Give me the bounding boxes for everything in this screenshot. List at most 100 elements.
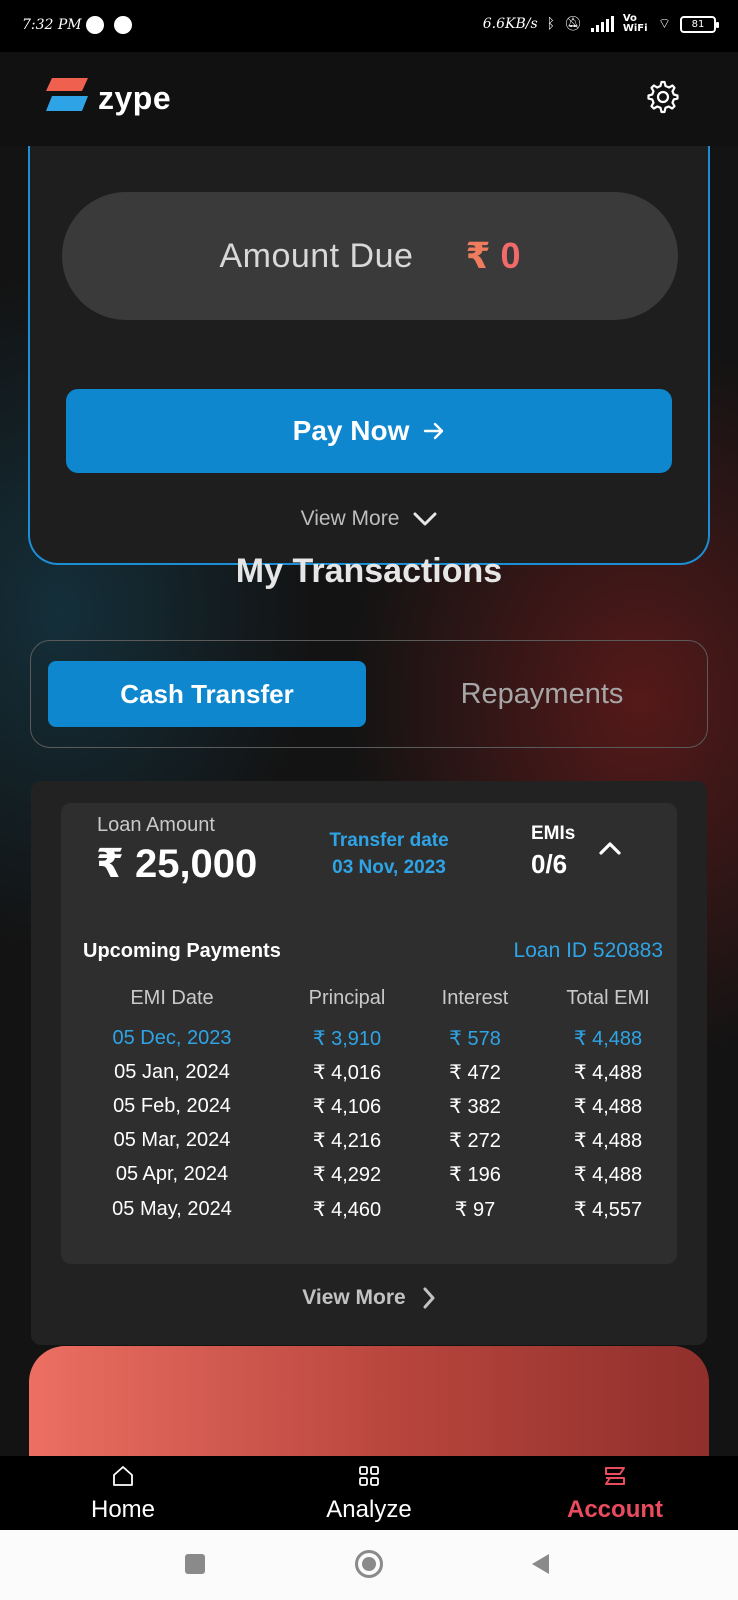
loan-id: Loan ID 520883 bbox=[513, 939, 663, 962]
section-title: My Transactions bbox=[235, 552, 503, 590]
wifi-icon: ⌔ bbox=[657, 16, 671, 32]
grid-icon bbox=[359, 1466, 379, 1486]
table-row: 05 Mar, 2024 ₹ 4,216 ₹ 272 ₹ 4,488 bbox=[61, 1124, 677, 1158]
pay-now-button[interactable]: Pay Now bbox=[66, 389, 672, 473]
app-header: zype bbox=[0, 52, 738, 146]
emis-label: EMIs bbox=[531, 823, 576, 844]
principal: ₹ 4,292 bbox=[312, 1164, 382, 1187]
nav-item-home[interactable]: Home bbox=[0, 1456, 246, 1530]
gear-icon[interactable] bbox=[646, 80, 680, 114]
status-bar: 7:32 PM 6.6KB/s ᛒ 🔕︎ Vo WiFi ⌔ 81 bbox=[0, 0, 738, 52]
emi-date: 05 Dec, 2023 bbox=[112, 1026, 232, 1049]
transaction-card: Loan Amount ₹ 25,000 Transfer date 03 No… bbox=[31, 781, 707, 1345]
emi-date: 05 May, 2024 bbox=[112, 1197, 232, 1220]
home-button[interactable] bbox=[355, 1550, 383, 1578]
promo-banner[interactable] bbox=[29, 1346, 709, 1466]
loan-panel: Loan Amount ₹ 25,000 Transfer date 03 No… bbox=[61, 803, 677, 1264]
home-icon bbox=[113, 1466, 133, 1486]
amount-due-pill: Amount Due ₹ 0 bbox=[62, 192, 678, 320]
chevron-down-icon bbox=[413, 512, 437, 526]
column-header: Principal bbox=[308, 986, 386, 1009]
chevron-up-icon[interactable] bbox=[597, 839, 623, 857]
arrow-right-icon bbox=[424, 422, 444, 440]
currency-symbol: ₹ bbox=[465, 235, 491, 276]
status-right: 6.6KB/s ᛒ 🔕︎ Vo WiFi ⌔ 81 bbox=[482, 13, 719, 34]
nav-item-analyze[interactable]: Analyze bbox=[246, 1456, 492, 1530]
notification-icon bbox=[114, 16, 132, 34]
interest: ₹ 272 bbox=[449, 1130, 501, 1153]
principal: ₹ 4,216 bbox=[312, 1130, 382, 1153]
interest: ₹ 97 bbox=[454, 1198, 496, 1221]
pay-now-label: Pay Now bbox=[292, 415, 410, 446]
transaction-tabs: Cash Transfer Repayments bbox=[30, 640, 708, 748]
chevron-right-icon bbox=[423, 1287, 435, 1309]
total-emi: ₹ 4,488 bbox=[573, 1095, 643, 1118]
loan-amount-label: Loan Amount bbox=[97, 814, 215, 836]
transfer-date-value: 03 Nov, 2023 bbox=[332, 857, 446, 878]
bottom-nav: Home Analyze Account bbox=[0, 1456, 738, 1530]
notification-icon bbox=[86, 16, 104, 34]
brand-name: zype bbox=[98, 80, 172, 116]
table-row: 05 Feb, 2024 ₹ 4,106 ₹ 382 ₹ 4,488 bbox=[61, 1089, 677, 1123]
mute-icon: 🔕︎ bbox=[564, 16, 582, 32]
emi-date: 05 Apr, 2024 bbox=[115, 1163, 229, 1186]
upcoming-payments-label: Upcoming Payments bbox=[83, 940, 281, 962]
nav-item-account[interactable]: Account bbox=[492, 1456, 738, 1530]
vowifi-label: Vo WiFi bbox=[622, 13, 648, 34]
amount-due-value: ₹ 0 bbox=[465, 235, 520, 277]
battery-icon: 81 bbox=[680, 15, 719, 33]
principal: ₹ 4,106 bbox=[312, 1095, 382, 1118]
signal-icon bbox=[590, 16, 614, 32]
total-emi: ₹ 4,488 bbox=[573, 1027, 643, 1050]
back-button[interactable] bbox=[532, 1554, 549, 1574]
interest: ₹ 472 bbox=[449, 1061, 501, 1084]
view-more-label: View More bbox=[300, 507, 400, 530]
emi-table: EMI Date Principal Interest Total EMI 05… bbox=[61, 975, 677, 1226]
nav-label: Home bbox=[90, 1496, 156, 1523]
emis-block: EMIs 0/6 bbox=[531, 823, 575, 880]
view-more-toggle[interactable]: View More bbox=[30, 507, 708, 531]
emis-value: 0/6 bbox=[531, 849, 568, 879]
app-screen: Amount Due ₹ 0 Pay Now View More zype My… bbox=[0, 52, 738, 1456]
principal: ₹ 3,910 bbox=[312, 1027, 382, 1050]
view-more-label: View More bbox=[302, 1286, 406, 1309]
total-emi: ₹ 4,557 bbox=[573, 1198, 643, 1221]
transfer-date-block: Transfer date 03 Nov, 2023 bbox=[309, 827, 469, 881]
principal: ₹ 4,016 bbox=[312, 1061, 382, 1084]
emi-date: 05 Jan, 2024 bbox=[114, 1060, 230, 1083]
bluetooth-icon: ᛒ bbox=[546, 16, 556, 32]
nav-label: Account bbox=[567, 1496, 663, 1523]
status-time: 7:32 PM bbox=[22, 17, 82, 33]
view-more-transactions[interactable]: View More bbox=[31, 1286, 707, 1310]
loan-amount-value: ₹ 25,000 bbox=[96, 842, 258, 886]
amount-due-label: Amount Due bbox=[219, 236, 414, 275]
amount-due-number: 0 bbox=[500, 235, 521, 276]
interest: ₹ 196 bbox=[449, 1164, 501, 1187]
zype-logo-icon bbox=[605, 1467, 625, 1485]
tab-repayments[interactable]: Repayments bbox=[383, 661, 701, 727]
interest: ₹ 578 bbox=[449, 1027, 501, 1050]
emi-date: 05 Mar, 2024 bbox=[113, 1129, 231, 1152]
column-header: Interest bbox=[441, 986, 509, 1009]
nav-label: Analyze bbox=[326, 1496, 412, 1523]
total-emi: ₹ 4,488 bbox=[573, 1164, 643, 1187]
table-row: 05 Apr, 2024 ₹ 4,292 ₹ 196 ₹ 4,488 bbox=[61, 1158, 677, 1192]
table-row: 05 Dec, 2023 ₹ 3,910 ₹ 578 ₹ 4,488 bbox=[61, 1021, 677, 1055]
zype-logo-icon bbox=[46, 78, 88, 111]
column-header: EMI Date bbox=[130, 986, 214, 1009]
column-header: Total EMI bbox=[566, 986, 650, 1009]
total-emi: ₹ 4,488 bbox=[573, 1130, 643, 1153]
amount-due-card: Amount Due ₹ 0 Pay Now View More bbox=[28, 112, 710, 565]
interest: ₹ 382 bbox=[449, 1095, 501, 1118]
emi-table-header: EMI Date Principal Interest Total EMI bbox=[61, 975, 677, 1021]
system-nav-bar bbox=[0, 1530, 738, 1600]
table-row: 05 May, 2024 ₹ 4,460 ₹ 97 ₹ 4,557 bbox=[61, 1192, 677, 1226]
tab-cash-transfer[interactable]: Cash Transfer bbox=[48, 661, 366, 727]
principal: ₹ 4,460 bbox=[312, 1198, 382, 1221]
transfer-date-label: Transfer date bbox=[329, 830, 449, 851]
total-emi: ₹ 4,488 bbox=[573, 1061, 643, 1084]
recents-button[interactable] bbox=[185, 1554, 205, 1574]
table-row: 05 Jan, 2024 ₹ 4,016 ₹ 472 ₹ 4,488 bbox=[61, 1055, 677, 1089]
network-speed: 6.6KB/s bbox=[482, 16, 538, 32]
emi-date: 05 Feb, 2024 bbox=[113, 1094, 231, 1117]
